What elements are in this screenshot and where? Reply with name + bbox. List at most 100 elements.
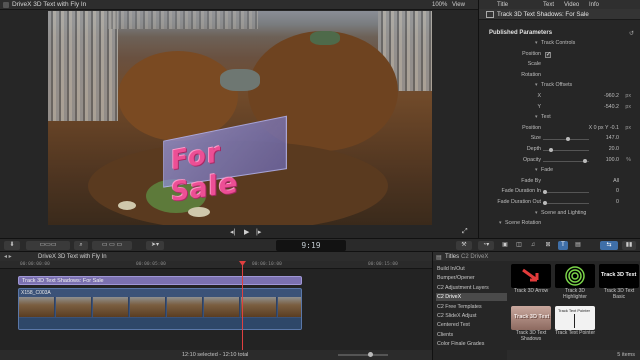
param-group-label: Fade xyxy=(541,167,554,174)
param-row: Fade Duration In 0 xyxy=(479,188,640,197)
category-item[interactable]: C2 SlideX Adjust xyxy=(436,312,507,320)
title-tile[interactable]: Track 3D Text Track 3D Text Shadows xyxy=(511,306,551,342)
magic-wand-icon[interactable]: ⚒ xyxy=(456,241,472,250)
param-value[interactable]: 20.0 xyxy=(609,146,619,152)
retime-icon[interactable]: ◔▾ xyxy=(478,241,494,250)
tab-video[interactable]: Video xyxy=(564,2,579,8)
param-value[interactable]: 100.0 xyxy=(606,157,619,163)
category-item[interactable]: Centered Text xyxy=(436,321,507,329)
disclosure-icon[interactable]: ▾ xyxy=(535,40,538,46)
media-icon[interactable]: ▣ xyxy=(500,241,510,250)
param-label: Fade By xyxy=(521,177,541,184)
timeline-title: DriveX 3D Text with Fly In xyxy=(38,253,107,260)
param-slider[interactable] xyxy=(543,201,589,205)
inspector-title: Track 3D Text Shadows: For Sale xyxy=(497,11,589,18)
tile-thumbnail: Track 3D Text xyxy=(599,264,639,288)
param-value[interactable]: X 0 px Y -0.1 xyxy=(589,125,619,131)
category-item[interactable]: Bumper/Opener xyxy=(436,274,507,282)
param-slider[interactable] xyxy=(543,190,589,195)
search-icon[interactable]: ⌕ xyxy=(74,241,88,250)
item-count: 5 items xyxy=(617,352,635,358)
playhead[interactable] xyxy=(242,261,243,351)
param-slider[interactable] xyxy=(543,137,589,142)
generators-icon[interactable]: ▤ xyxy=(573,241,583,250)
audio-meter-icon[interactable]: ▮▮ xyxy=(622,241,636,250)
reset-icon[interactable]: ↺ xyxy=(629,30,634,37)
timeline-ruler[interactable]: 00:00:00:00 00:00:05:00 00:00:10:00 00:0… xyxy=(0,261,432,269)
photos-icon[interactable]: ◫ xyxy=(514,241,524,250)
tile-thumbnail xyxy=(555,264,595,288)
edit-mode-buttons[interactable]: ▭ ▭ ▭ xyxy=(92,241,132,250)
title-tile[interactable]: Track 3D Text Track 3D Text Basic xyxy=(599,264,639,300)
next-frame-icon[interactable]: |▸ xyxy=(256,228,261,236)
disclosure-icon[interactable]: ▾ xyxy=(535,114,538,120)
tab-info[interactable]: Info xyxy=(589,2,599,8)
back-icon[interactable]: ◂ ▸ xyxy=(4,253,12,260)
category-item[interactable]: C2 Free Templates xyxy=(436,303,507,311)
slider-knob[interactable] xyxy=(582,158,587,163)
slider-knob[interactable] xyxy=(566,137,571,142)
timeline-zoom-slider[interactable] xyxy=(338,352,388,357)
slider-knob[interactable] xyxy=(543,201,547,205)
title-tile[interactable]: Track Text Pointer Track Text Pointer xyxy=(555,306,595,337)
category-item[interactable]: Color Finale Grades xyxy=(436,340,507,348)
tile-label: Track 3D Text Shadows xyxy=(515,330,547,342)
param-row: X -960.2 px xyxy=(479,93,640,102)
param-value[interactable]: 0 xyxy=(616,188,619,194)
import-icon[interactable]: ⬇ xyxy=(4,241,20,250)
previous-frame-icon[interactable]: ◂| xyxy=(230,228,235,236)
select-tool-icon[interactable]: ➤▾ xyxy=(146,241,164,250)
titles-icon[interactable]: T xyxy=(558,241,568,250)
published-parameters-heading: Published Parameters xyxy=(489,30,553,36)
timecode-display[interactable]: 9:19 xyxy=(276,240,346,251)
timeline-status-bar: 12:10 selected - 12:10 total xyxy=(0,350,432,360)
category-item[interactable]: Clients xyxy=(436,331,507,339)
param-value[interactable]: 0 xyxy=(616,199,619,205)
zoom-menu[interactable]: 100% xyxy=(432,2,447,8)
tile-thumbnail xyxy=(511,264,551,288)
param-group-label: Track Controls xyxy=(541,40,576,46)
fullscreen-icon[interactable]: ⤢ xyxy=(462,228,468,236)
slider-knob[interactable] xyxy=(549,148,554,152)
title-clip[interactable]: Track 3D Text Shadows: For Sale xyxy=(18,276,302,285)
category-item[interactable]: C2 Adjustment Layers xyxy=(436,284,507,292)
for-sale-text: For Sale xyxy=(170,134,239,208)
category-item[interactable]: C2 DriveX xyxy=(436,293,507,302)
category-item[interactable]: Build In/Out xyxy=(436,265,507,273)
title-clip-label: Track 3D Text Shadows: For Sale xyxy=(22,277,104,284)
tab-title[interactable]: Title xyxy=(497,2,508,8)
param-value[interactable]: -960.2 xyxy=(604,93,619,99)
param-label: Y xyxy=(537,103,541,110)
disclosure-icon[interactable]: ▾ xyxy=(535,210,538,216)
video-clip[interactable]: X158_C003A xyxy=(18,288,302,330)
clip-appearance-button[interactable]: ▭▭▭ xyxy=(26,241,70,250)
zoom-slider-knob[interactable] xyxy=(368,352,373,357)
ball-field xyxy=(118,201,136,210)
param-value[interactable]: -540.2 xyxy=(604,104,619,110)
disclosure-icon[interactable]: ▾ xyxy=(499,220,502,226)
play-icon[interactable]: ▶ xyxy=(244,228,249,236)
music-icon[interactable]: ♫ xyxy=(528,241,538,250)
transport-controls: ◂| ▶ |▸ ⤢ xyxy=(0,226,478,238)
title-tile[interactable]: Track 3D Highlighter xyxy=(555,264,595,300)
slider-knob[interactable] xyxy=(543,190,547,195)
param-slider[interactable] xyxy=(543,148,589,152)
param-slider[interactable] xyxy=(543,158,589,163)
param-label: Position xyxy=(522,124,541,131)
ruler-label: 00:00:15:00 xyxy=(368,262,398,267)
disclosure-icon[interactable]: ▾ xyxy=(535,82,538,88)
viewer: DriveX 3D Text with Fly In 100% View For… xyxy=(0,0,478,238)
param-row: Depth 20.0 xyxy=(479,146,640,155)
position-checkbox[interactable] xyxy=(545,51,551,58)
sidebar-toggle-icon[interactable]: ▤ xyxy=(436,254,442,261)
effects-browser-icon[interactable]: ⇆ xyxy=(600,241,618,250)
tab-text[interactable]: Text xyxy=(543,2,554,8)
param-value[interactable]: 147.0 xyxy=(606,135,619,141)
category-list: Build In/Out Bumper/Opener C2 Adjustment L… xyxy=(433,262,507,350)
param-value[interactable]: All xyxy=(613,178,619,184)
video-frame[interactable]: For Sale xyxy=(48,11,432,225)
view-menu[interactable]: View xyxy=(452,2,465,8)
disclosure-icon[interactable]: ▾ xyxy=(535,167,538,173)
transitions-icon[interactable]: ⊠ xyxy=(543,241,553,250)
title-tile[interactable]: Track 3D Arrow xyxy=(511,264,551,295)
